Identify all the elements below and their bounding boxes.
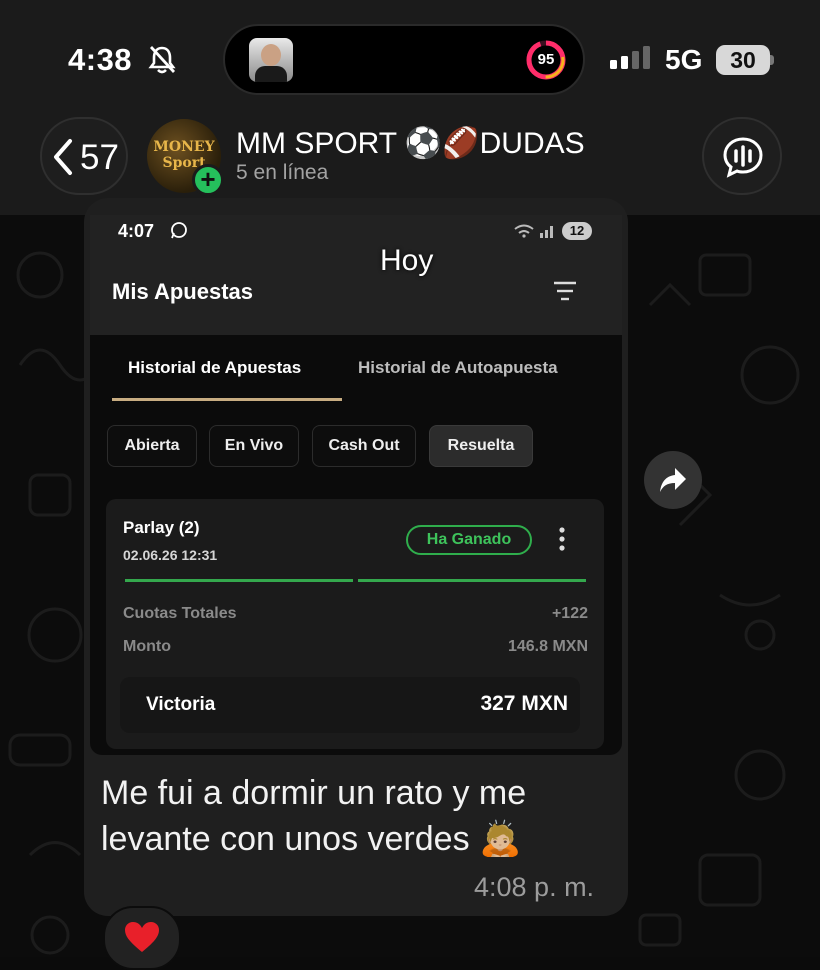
reaction-badge[interactable]: ❤️ (103, 906, 181, 970)
message-text: Me fui a dormir un rato y me levante con… (101, 774, 527, 858)
leg-progress-2 (358, 579, 586, 582)
network-type: 5G (665, 44, 703, 75)
filter-chip-cash-out: Cash Out (312, 425, 416, 467)
bell-slash-icon (148, 46, 176, 74)
filter-chip-en-vivo: En Vivo (209, 425, 299, 467)
winnings-row: Victoria 327 MXN (120, 677, 580, 733)
winnings-value: 327 MXN (480, 692, 568, 715)
whatsapp-icon (171, 222, 187, 239)
audio-call-icon (723, 137, 763, 178)
status-time: 4:38 (68, 42, 133, 77)
filter-chip-resuelta: Resuelta (429, 425, 533, 467)
heart-icon (125, 922, 159, 952)
leg-progress-1 (125, 579, 353, 582)
battery-tip (770, 55, 774, 65)
battery-level: 30 (716, 45, 770, 75)
dynamic-island[interactable]: 95 (223, 24, 585, 95)
video-thumbnail (249, 38, 293, 82)
bet-card: Parlay (2) 02.06.26 12:31 Ha Ganado Cuot… (106, 499, 604, 749)
filter-chip-abierta: Abierta (107, 425, 197, 467)
attached-screenshot[interactable]: 4:07 12 Mis Apuestas Historial de Apuest… (90, 215, 622, 755)
screenshot-header: 4:07 12 Mis Apuestas (90, 215, 622, 335)
message-time: 4:08 p. m. (474, 872, 595, 902)
screenshot-time: 4:07 (118, 221, 155, 241)
chevron-left-icon (54, 139, 72, 175)
chat-subtitle: 5 en línea (236, 161, 329, 184)
signal-icon (610, 46, 650, 69)
active-tab-indicator (112, 398, 342, 401)
bet-datetime: 02.06.26 12:31 (123, 547, 218, 563)
odds-label: Cuotas Totales (123, 605, 237, 622)
stake-label: Monto (123, 638, 171, 655)
date-separator: Hoy (380, 244, 434, 277)
forward-icon (660, 468, 686, 492)
unread-count: 57 (80, 138, 119, 177)
screenshot-title: Mis Apuestas (112, 279, 254, 304)
stake-value: 146.8 MXN (507, 638, 588, 655)
filter-icon (554, 281, 576, 301)
tab-historial-apuestas: Historial de Apuestas (128, 358, 302, 377)
activity-ring-value: 95 (537, 51, 555, 68)
more-options-icon (559, 527, 565, 551)
odds-value: +122 (551, 605, 588, 622)
screenshot-battery: 12 (562, 222, 592, 240)
wifi-signal-icon (514, 224, 553, 238)
chat-title[interactable]: MM SPORT ⚽🏈DUDAS (236, 126, 585, 161)
status-bar: 4:38 95 5G 30 (0, 0, 820, 110)
plus-icon[interactable]: + (192, 164, 224, 196)
tab-historial-autoapuesta: Historial de Autoapuesta (358, 358, 558, 377)
status-badge: Ha Ganado (406, 525, 532, 555)
back-button[interactable]: 57 (40, 117, 128, 195)
forward-button[interactable] (644, 451, 702, 509)
audio-call-button[interactable] (702, 117, 782, 195)
bet-type: Parlay (2) (123, 518, 200, 537)
winnings-label: Victoria (146, 694, 216, 715)
